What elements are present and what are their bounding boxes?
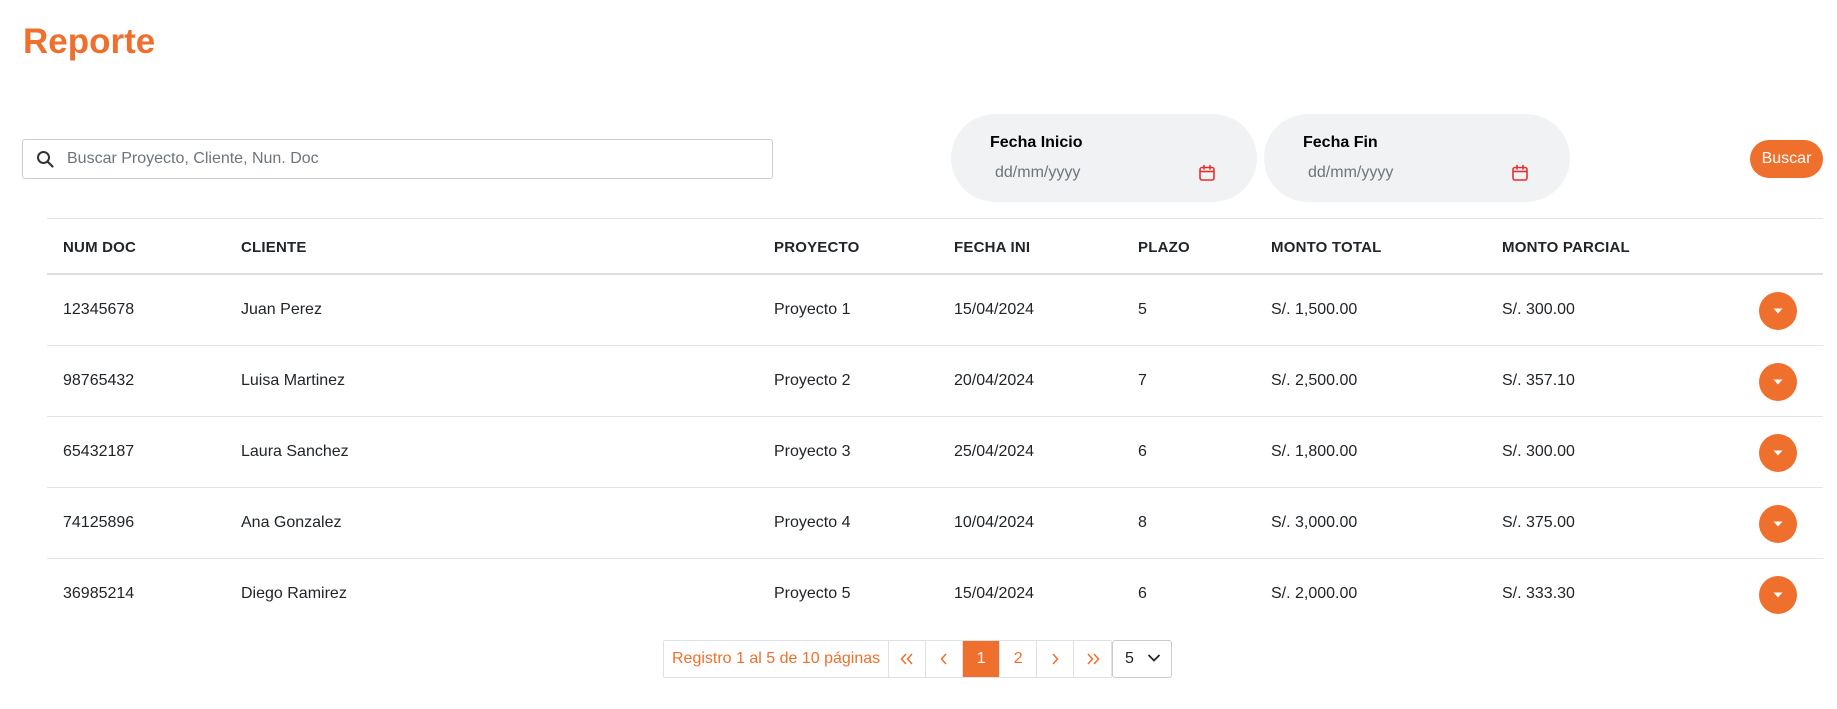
pagination: Registro 1 al 5 de 10 páginas 1 2	[663, 640, 1113, 678]
expand-row-button[interactable]	[1759, 434, 1797, 472]
monto-total-cell: S/. 2,000.00	[1271, 585, 1358, 602]
page-title: Reporte	[23, 22, 156, 61]
next-page-button[interactable]	[1037, 641, 1075, 677]
proyecto-cell: Proyecto 2	[774, 372, 851, 389]
proyecto-cell: Proyecto 3	[774, 443, 851, 460]
monto-parcial-cell: S/. 300.00	[1502, 301, 1575, 318]
expand-row-button[interactable]	[1759, 292, 1797, 330]
search-input[interactable]	[67, 140, 772, 178]
report-table: NUM DOC CLIENTE PROYECTO FECHA INI PLAZO…	[47, 218, 1823, 630]
monto-parcial-cell: S/. 375.00	[1502, 514, 1575, 531]
proyecto-cell: Proyecto 5	[774, 585, 851, 602]
expand-row-button[interactable]	[1759, 576, 1797, 614]
caret-down-icon	[1773, 450, 1783, 456]
column-header: NUM DOC	[63, 239, 137, 256]
last-page-button[interactable]	[1074, 641, 1112, 677]
monto-parcial-cell: S/. 357.10	[1502, 372, 1575, 389]
monto-parcial-cell: S/. 333.30	[1502, 585, 1575, 602]
date-start-input[interactable]: dd/mm/yyyy	[995, 164, 1080, 182]
page-button-1[interactable]: 1	[963, 641, 1001, 677]
proyecto-cell: Proyecto 1	[774, 301, 851, 318]
proyecto-cell: Proyecto 4	[774, 514, 851, 531]
search-field[interactable]	[22, 139, 773, 179]
expand-row-button[interactable]	[1759, 505, 1797, 543]
calendar-icon[interactable]	[1198, 164, 1216, 182]
expand-row-button[interactable]	[1759, 363, 1797, 401]
cliente-cell: Laura Sanchez	[241, 443, 349, 460]
cliente-cell: Ana Gonzalez	[241, 514, 342, 531]
monto-total-cell: S/. 1,800.00	[1271, 443, 1358, 460]
date-end-label: Fecha Fin	[1303, 134, 1378, 151]
column-header: MONTO TOTAL	[1271, 239, 1382, 256]
cliente-cell: Luisa Martinez	[241, 372, 346, 389]
calendar-icon[interactable]	[1511, 164, 1529, 182]
cliente-cell: Juan Perez	[241, 301, 322, 318]
double-chevron-right-icon	[1087, 653, 1100, 665]
report-page: Reporte Fecha Inicio dd/mm/yyyy Fecha Fi…	[0, 0, 1837, 709]
table-row: 74125896 Ana Gonzalez Proyecto 4 10/04/2024…	[47, 488, 1823, 559]
chevron-right-icon	[1052, 653, 1059, 665]
date-end-field[interactable]: Fecha Fin dd/mm/yyyy	[1264, 114, 1570, 202]
caret-down-icon	[1773, 308, 1783, 314]
table-row: 12345678 Juan Perez Proyecto 1 15/04/2024 5 S…	[47, 275, 1823, 346]
table-row: 65432187 Laura Sanchez Proyecto 3 25/04/202…	[47, 417, 1823, 488]
caret-down-icon	[1773, 379, 1783, 385]
first-page-button[interactable]	[889, 641, 927, 677]
pagination-info: Registro 1 al 5 de 10 páginas	[664, 641, 890, 677]
column-header: MONTO PARCIAL	[1502, 239, 1630, 256]
fecha-ini-cell: 15/04/2024	[954, 585, 1035, 602]
monto-total-cell: S/. 1,500.00	[1271, 301, 1358, 318]
caret-down-icon	[1773, 592, 1783, 598]
plazo-cell: 5	[1138, 301, 1147, 318]
plazo-cell: 6	[1138, 585, 1147, 602]
prev-page-button[interactable]	[926, 641, 964, 677]
search-icon	[23, 150, 67, 168]
caret-down-icon	[1773, 521, 1783, 527]
page-button-2[interactable]: 2	[1000, 641, 1038, 677]
num-doc-cell: 36985214	[63, 585, 135, 602]
num-doc-cell: 12345678	[63, 301, 135, 318]
chevron-left-icon	[940, 653, 947, 665]
plazo-cell: 8	[1138, 514, 1147, 531]
date-start-field[interactable]: Fecha Inicio dd/mm/yyyy	[951, 114, 1257, 202]
monto-parcial-cell: S/. 300.00	[1502, 443, 1575, 460]
column-header: PROYECTO	[774, 239, 860, 256]
monto-total-cell: S/. 3,000.00	[1271, 514, 1358, 531]
table-row: 36985214 Diego Ramirez Proyecto 5 15/04/202…	[47, 559, 1823, 630]
date-end-input[interactable]: dd/mm/yyyy	[1308, 164, 1393, 182]
table-header: NUM DOC CLIENTE PROYECTO FECHA INI PLAZO…	[47, 218, 1823, 275]
plazo-cell: 6	[1138, 443, 1147, 460]
double-chevron-left-icon	[900, 653, 913, 665]
column-header: FECHA INI	[954, 239, 1031, 256]
chevron-down-icon	[1147, 654, 1161, 662]
page-size-select[interactable]: 5	[1112, 640, 1172, 678]
fecha-ini-cell: 25/04/2024	[954, 443, 1035, 460]
plazo-cell: 7	[1138, 372, 1147, 389]
page-size-value: 5	[1125, 650, 1134, 667]
table-row: 98765432 Luisa Martinez Proyecto 2 20/04/20…	[47, 346, 1823, 417]
table-body: 12345678 Juan Perez Proyecto 1 15/04/2024 5 S…	[47, 275, 1823, 630]
search-button[interactable]: Buscar	[1750, 140, 1823, 178]
date-start-label: Fecha Inicio	[990, 134, 1083, 151]
column-header: CLIENTE	[241, 239, 307, 256]
monto-total-cell: S/. 2,500.00	[1271, 372, 1358, 389]
column-header: PLAZO	[1138, 239, 1190, 256]
fecha-ini-cell: 10/04/2024	[954, 514, 1035, 531]
num-doc-cell: 65432187	[63, 443, 135, 460]
num-doc-cell: 74125896	[63, 514, 135, 531]
fecha-ini-cell: 15/04/2024	[954, 301, 1035, 318]
num-doc-cell: 98765432	[63, 372, 135, 389]
cliente-cell: Diego Ramirez	[241, 585, 347, 602]
fecha-ini-cell: 20/04/2024	[954, 372, 1035, 389]
